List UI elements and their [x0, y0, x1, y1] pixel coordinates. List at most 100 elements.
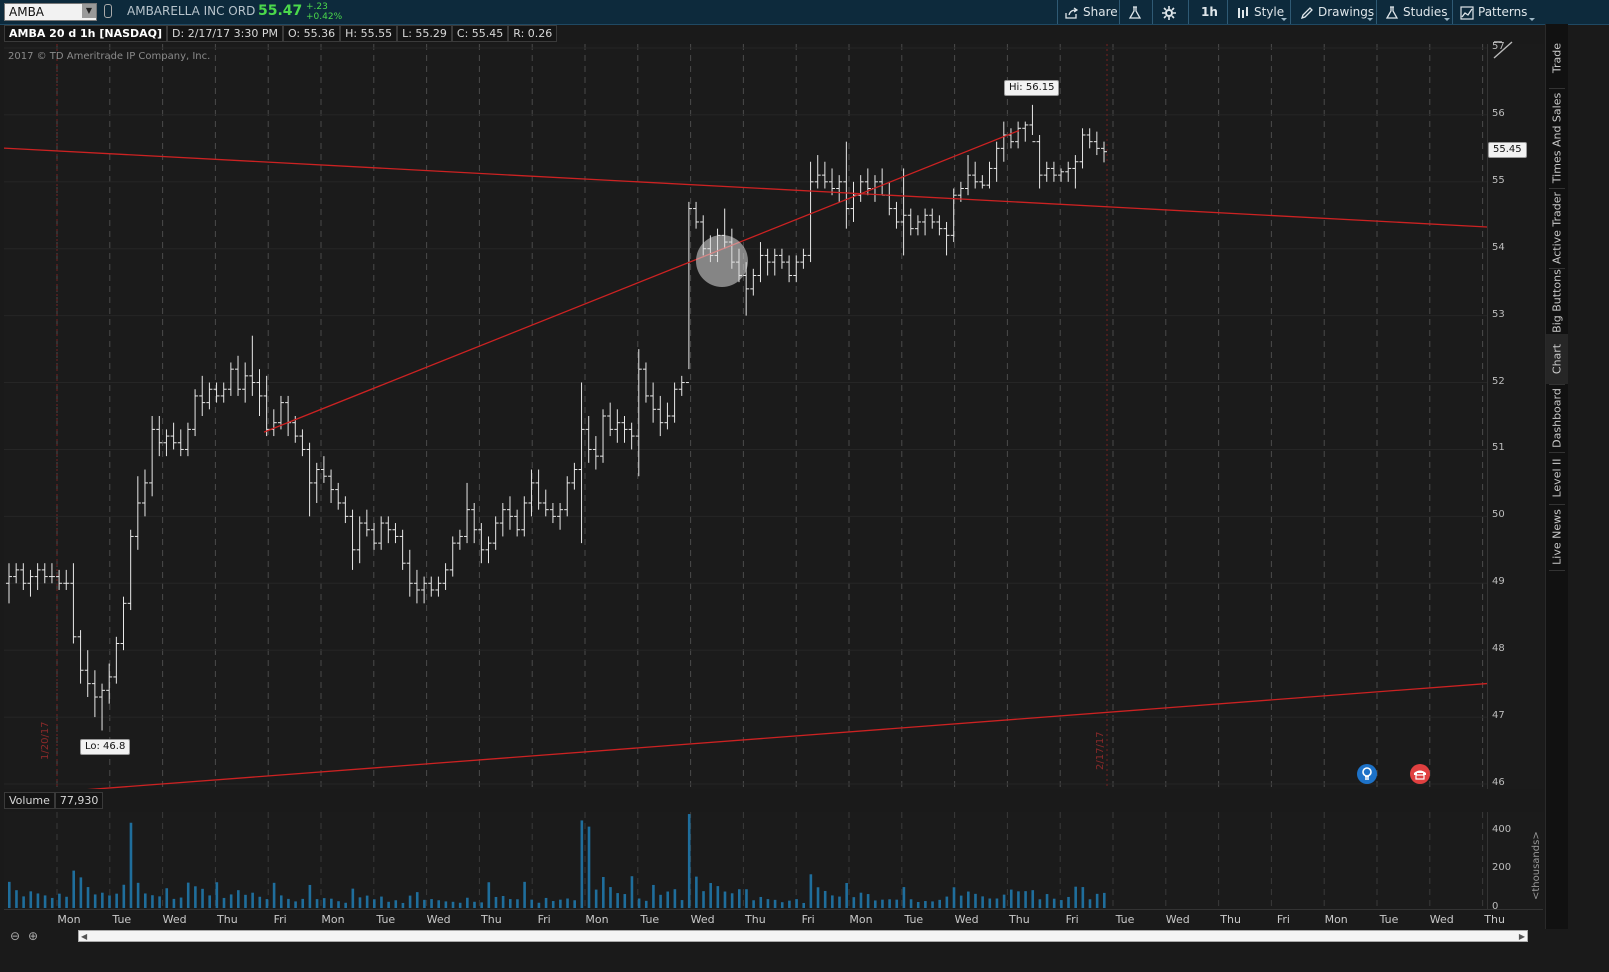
volume-bar — [759, 896, 763, 908]
volume-header: Volume 77,930 — [4, 792, 104, 809]
ohlc-bar — [764, 248, 771, 276]
time-tick-label: Tue — [112, 913, 132, 926]
drawings-label: Drawings — [1318, 5, 1375, 19]
volume-bar — [974, 893, 977, 908]
volume-bar — [587, 826, 591, 908]
price-chart-canvas[interactable] — [4, 44, 1487, 789]
time-tick-label: Tue — [1115, 913, 1135, 926]
price-tick-label: 47 — [1492, 710, 1505, 722]
toolbar-separator — [1152, 0, 1153, 24]
trendline — [87, 682, 1487, 789]
volume-bar — [752, 900, 755, 908]
volume-bar — [609, 887, 612, 908]
price-chart[interactable] — [4, 44, 1487, 789]
sidebar-tab-dashboard[interactable]: Dashboard — [1546, 384, 1568, 452]
zoom-out-icon[interactable]: ⊖ — [8, 929, 22, 943]
time-tick-label: Tue — [376, 913, 396, 926]
lightbulb-icon[interactable] — [1357, 764, 1377, 784]
volume-bar — [65, 896, 68, 908]
volume-bar — [523, 881, 526, 908]
ohlc-bar — [20, 563, 27, 590]
volume-bar — [315, 899, 319, 908]
volume-bar — [738, 889, 741, 908]
phone-icon[interactable] — [1410, 764, 1430, 784]
volume-bar — [387, 901, 390, 908]
ohlc-bar — [786, 255, 793, 283]
scroll-right-icon[interactable]: ▶ — [1519, 932, 1525, 941]
style-icon — [1238, 6, 1248, 18]
trendline — [4, 147, 1487, 228]
time-axis[interactable]: Mon Tue Wed Thu Fri Mon Tue Wed Thu Fri Mon Tue Wed T… — [4, 909, 1543, 930]
ohlc-bar — [571, 462, 578, 490]
ohlc-bar — [607, 402, 614, 437]
volume-bar — [766, 899, 770, 908]
volume-bar — [179, 897, 183, 908]
studies-button[interactable]: Studies — [1381, 0, 1452, 24]
price-tick-label: 57 — [1492, 41, 1505, 52]
volume-bar — [1024, 891, 1027, 908]
volume-bar — [165, 888, 169, 908]
volume-bar — [1038, 899, 1042, 908]
patterns-button[interactable]: Patterns — [1456, 0, 1531, 24]
volume-bar — [988, 898, 992, 908]
zoom-in-icon[interactable]: ⊕ — [26, 929, 40, 943]
volume-bar — [458, 902, 462, 908]
gear-icon — [1162, 5, 1176, 20]
time-tick-label: Thu — [745, 913, 766, 926]
share-button[interactable]: Share — [1061, 0, 1122, 24]
ohlc-bar — [163, 429, 170, 457]
volume-chart[interactable] — [4, 812, 1487, 909]
volume-bar — [981, 896, 984, 908]
volume-bar — [644, 900, 648, 908]
volume-bar — [15, 890, 18, 908]
ohlc-bar — [807, 161, 814, 263]
ohlc-bar — [929, 208, 936, 229]
ohlc-bar — [120, 596, 127, 651]
ohlc-bar — [750, 268, 757, 296]
flask-button[interactable] — [1124, 0, 1150, 24]
volume-chart-canvas[interactable] — [4, 812, 1487, 909]
sidebar-tab-active-trader[interactable]: Active Trader — [1546, 188, 1568, 268]
volume-bar — [237, 890, 240, 908]
volume-bar — [602, 877, 605, 908]
scroll-left-icon[interactable]: ◀ — [81, 932, 87, 941]
sidebar-tab-chart[interactable]: Chart — [1546, 334, 1568, 384]
drawings-button[interactable]: Drawings — [1296, 0, 1378, 24]
volume-bar — [1031, 890, 1035, 908]
volume-bar — [108, 895, 111, 908]
volume-tick-label: 400 — [1492, 823, 1512, 835]
price-tick-label: 48 — [1492, 643, 1505, 655]
time-tick-label: Thu — [217, 913, 238, 926]
volume-bar — [938, 899, 941, 908]
ohlc-bar — [1007, 128, 1014, 149]
chart-title[interactable]: AMBA 20 d 1h [NASDAQ] — [4, 25, 168, 42]
ohlc-bar — [821, 161, 828, 189]
symbol-dropdown-button[interactable]: ▼ — [82, 4, 96, 18]
volume-bar — [1067, 896, 1070, 908]
settings-button[interactable] — [1158, 0, 1184, 24]
flask-icon — [1128, 5, 1142, 19]
ohlc-bar — [1022, 121, 1029, 142]
ohlc-bar — [349, 509, 356, 570]
volume-bar — [931, 901, 934, 908]
caret-icon — [1444, 18, 1450, 21]
ohlc-bar — [771, 248, 778, 276]
timeframe-button[interactable]: 1h — [1197, 0, 1222, 24]
sidebar-tab-times-and-sales[interactable]: Times And Sales — [1546, 88, 1568, 188]
sidebar-tab-big-buttons[interactable]: Big Buttons — [1546, 268, 1568, 334]
volume-bar — [573, 900, 576, 908]
ohlc-bar — [1101, 141, 1107, 163]
time-tick-label: Wed — [162, 913, 187, 926]
volume-bar — [1045, 894, 1049, 908]
sidebar-tab-level-ii[interactable]: Level II — [1546, 452, 1568, 504]
chart-scrollbar[interactable]: ◀ ▶ — [78, 930, 1528, 942]
ohlc-bar — [950, 188, 957, 243]
time-tick-label: Wed — [1429, 913, 1454, 926]
link-icon[interactable] — [104, 4, 112, 18]
style-button[interactable]: Style — [1232, 0, 1288, 24]
caret-icon — [1281, 18, 1287, 21]
ohlc-bar — [335, 482, 342, 510]
volume-bar — [795, 899, 798, 908]
sidebar-tab-live-news[interactable]: Live News — [1546, 504, 1568, 570]
sidebar-tab-trade[interactable]: Trade — [1546, 28, 1568, 88]
